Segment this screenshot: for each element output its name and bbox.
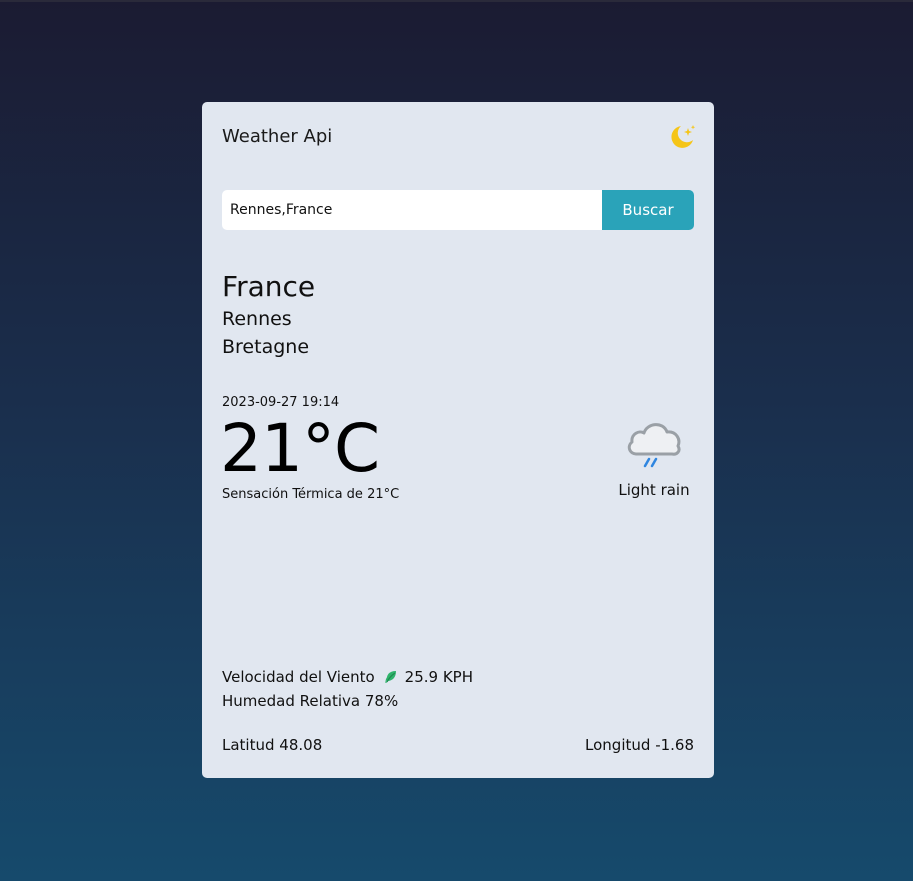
feels-like-value: 21°C: [367, 487, 400, 502]
country-name: France: [222, 270, 316, 303]
feels-like-label: Sensación Térmica de: [222, 487, 363, 502]
app-title: Weather Api: [222, 126, 333, 147]
weather-card: Weather Api Buscar France Rennes Bretagn…: [202, 102, 714, 778]
region-name: Bretagne: [222, 336, 310, 358]
wind-speed-row: Velocidad del Viento 25.9 KPH: [222, 668, 473, 686]
theme-toggle-button[interactable]: [667, 122, 697, 152]
leaf-icon: [385, 671, 396, 684]
local-datetime: 2023-09-27 19:14: [222, 395, 340, 410]
latitude-row: Latitud 48.08: [222, 736, 322, 754]
light-rain-cloud-icon: [627, 423, 681, 468]
humidity-row: Humedad Relativa 78%: [222, 692, 398, 710]
latitude-value: 48.08: [279, 736, 323, 754]
search-input[interactable]: [222, 190, 602, 230]
humidity-label: Humedad Relativa: [222, 692, 361, 710]
city-name: Rennes: [222, 308, 292, 330]
longitude-value: -1.68: [655, 736, 694, 754]
longitude-row: Longitud -1.68: [585, 736, 694, 754]
search-bar: Buscar: [222, 190, 694, 230]
latitude-label: Latitud: [222, 736, 275, 754]
condition-text: Light rain: [618, 481, 690, 499]
moon-stars-icon: [671, 125, 696, 148]
search-button[interactable]: Buscar: [602, 190, 694, 230]
wind-value: 25.9 KPH: [404, 668, 473, 686]
humidity-value: 78%: [364, 692, 399, 710]
feels-like: Sensación Térmica de 21°C: [222, 487, 399, 502]
window-top-border: [0, 0, 913, 2]
current-temperature: 21°C: [220, 410, 380, 487]
wind-label: Velocidad del Viento: [222, 668, 375, 686]
longitude-label: Longitud: [585, 736, 651, 754]
